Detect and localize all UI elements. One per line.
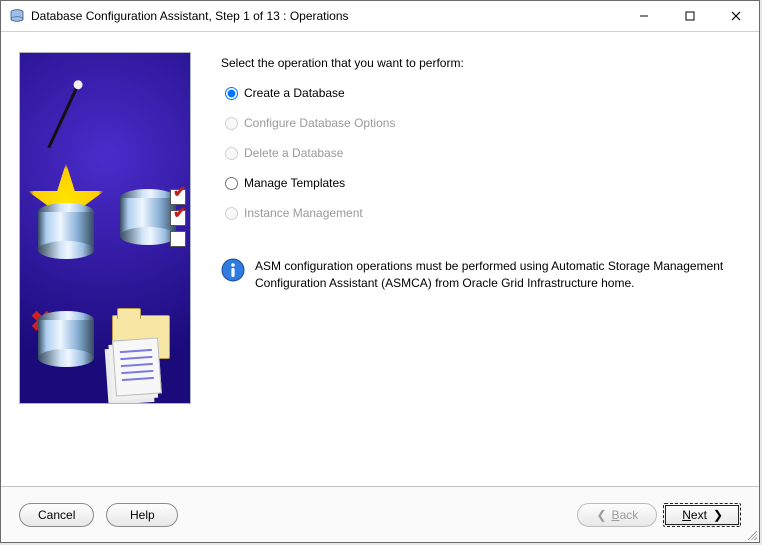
- resize-grip[interactable]: [745, 528, 757, 540]
- radio-delete-database: [225, 147, 238, 160]
- help-label: Help: [130, 508, 155, 522]
- cancel-button[interactable]: Cancel: [19, 503, 94, 527]
- operation-prompt: Select the operation that you want to pe…: [221, 56, 741, 70]
- back-button: ❮ Back: [577, 503, 657, 527]
- close-button[interactable]: [713, 1, 759, 31]
- radio-create-database[interactable]: [225, 87, 238, 100]
- option-label: Create a Database: [244, 86, 345, 100]
- next-label: Next: [682, 508, 707, 522]
- wizard-side-graphic: ✔ ✔ ✖: [19, 52, 191, 404]
- window-controls: [621, 1, 759, 31]
- dbca-wizard-window: Database Configuration Assistant, Step 1…: [0, 0, 760, 543]
- asm-info-block: ASM configuration operations must be per…: [221, 258, 741, 293]
- back-label: Back: [612, 508, 639, 522]
- option-label: Delete a Database: [244, 146, 343, 160]
- cancel-label: Cancel: [38, 508, 75, 522]
- maximize-button[interactable]: [667, 1, 713, 31]
- back-arrow-icon: ❮: [596, 508, 605, 522]
- next-arrow-icon: ❯: [713, 508, 722, 522]
- radio-instance-management: [225, 207, 238, 220]
- app-icon: [9, 8, 25, 24]
- asm-info-text: ASM configuration operations must be per…: [255, 258, 735, 293]
- option-instance-management: Instance Management: [225, 200, 741, 226]
- wizard-content: Select the operation that you want to pe…: [221, 48, 741, 486]
- titlebar: Database Configuration Assistant, Step 1…: [1, 1, 759, 32]
- option-label: Instance Management: [244, 206, 363, 220]
- wizard-body: ✔ ✔ ✖ Select the operation that you want…: [1, 32, 759, 486]
- wizard-footer: Cancel Help ❮ Back Next ❯: [1, 486, 759, 542]
- option-configure-database: Configure Database Options: [225, 110, 741, 136]
- radio-manage-templates[interactable]: [225, 177, 238, 190]
- option-manage-templates[interactable]: Manage Templates: [225, 170, 741, 196]
- info-icon: [221, 258, 245, 282]
- radio-configure-database: [225, 117, 238, 130]
- operation-options: Create a Database Configure Database Opt…: [225, 80, 741, 226]
- option-create-database[interactable]: Create a Database: [225, 80, 741, 106]
- minimize-button[interactable]: [621, 1, 667, 31]
- help-button[interactable]: Help: [106, 503, 178, 527]
- option-label: Manage Templates: [244, 176, 345, 190]
- window-title: Database Configuration Assistant, Step 1…: [31, 9, 621, 23]
- option-label: Configure Database Options: [244, 116, 395, 130]
- next-button[interactable]: Next ❯: [663, 503, 741, 527]
- option-delete-database: Delete a Database: [225, 140, 741, 166]
